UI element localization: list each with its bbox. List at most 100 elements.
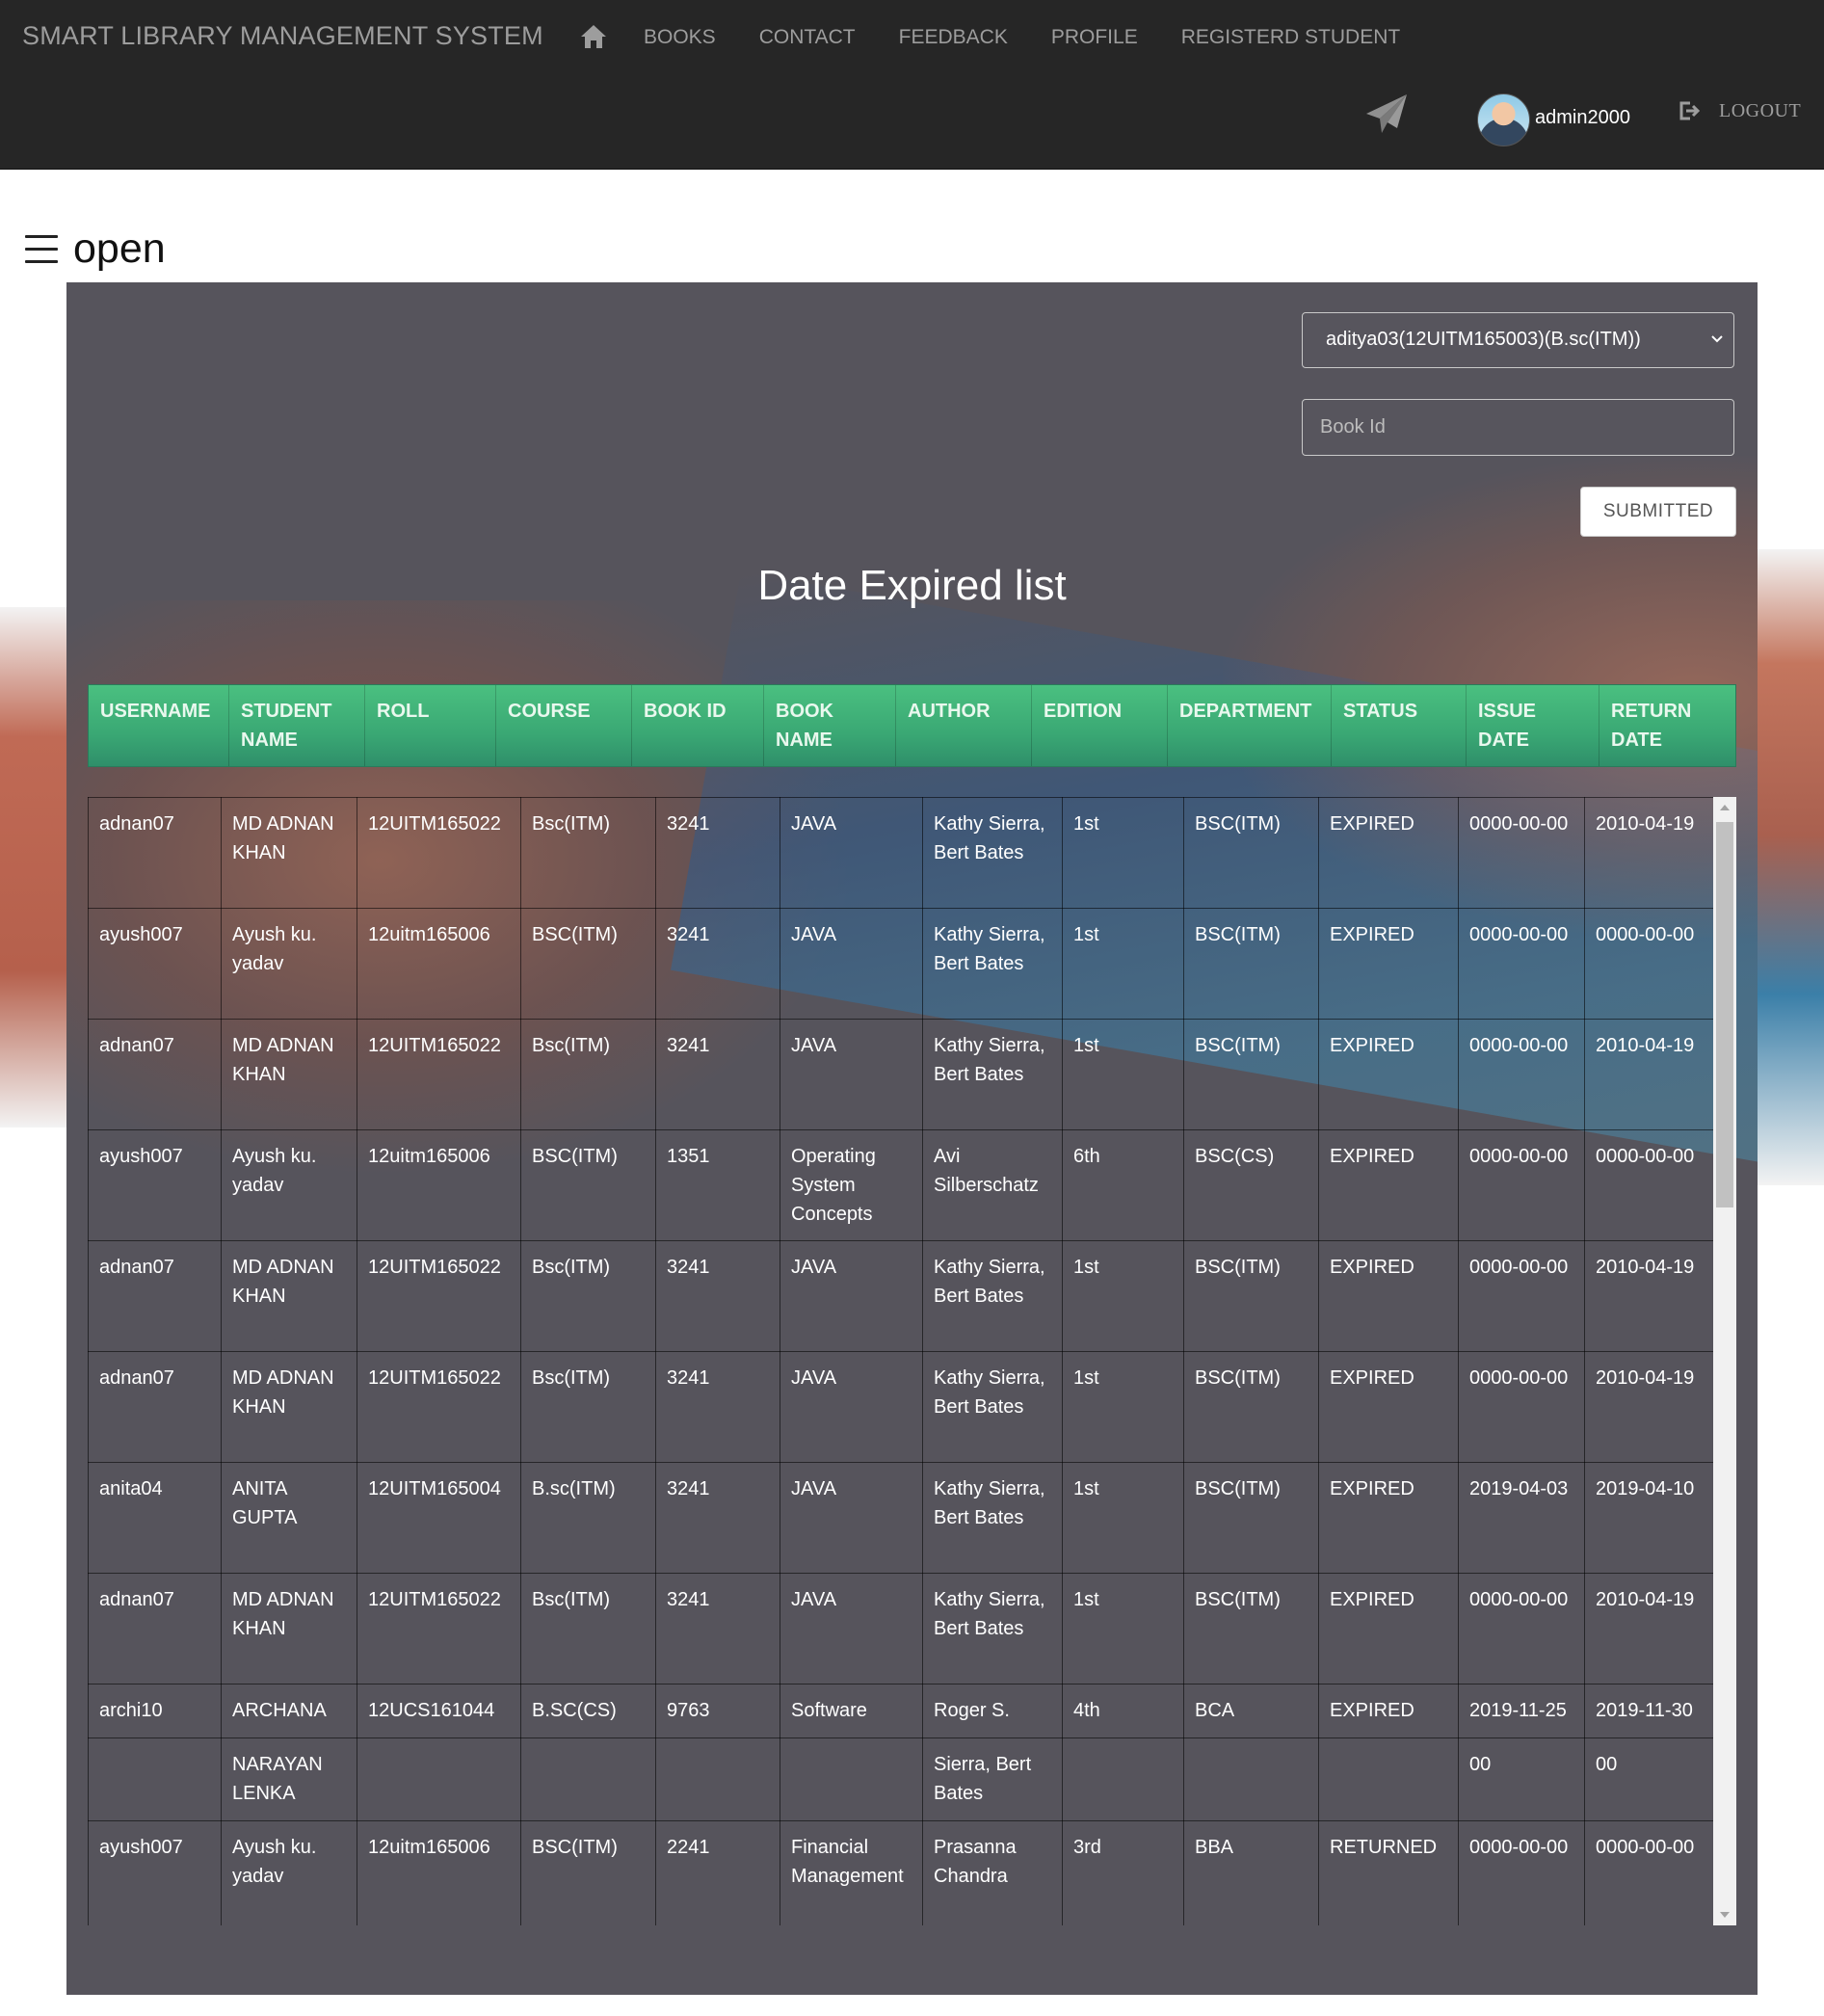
table-row[interactable]: adnan07 MD ADNAN KHAN 12UITM165022 Bsc(ITM)… [88, 1240, 1715, 1352]
table-scrollbar[interactable] [1713, 797, 1736, 1925]
nav-feedback-link[interactable]: FEEDBACK [899, 26, 1008, 49]
avatar[interactable] [1477, 93, 1530, 146]
cell-course: B.SC(CS) [520, 1684, 656, 1738]
cell-edition: 1st [1062, 1019, 1184, 1130]
table-row[interactable]: adnan07 MD ADNAN KHAN 12UITM165022 Bsc(ITM)… [88, 1351, 1715, 1463]
cell-edition [1062, 1737, 1184, 1821]
cell-author: Prasanna Chandra [922, 1820, 1063, 1925]
nav-profile-link[interactable]: PROFILE [1051, 26, 1138, 49]
cell-return-date: 2010-04-19 [1584, 1240, 1715, 1352]
nav-registered-student-link[interactable]: REGISTERD STUDENT [1181, 26, 1401, 49]
cell-roll [357, 1737, 521, 1821]
cell-author: Kathy Sierra, Bert Bates [922, 1351, 1063, 1463]
cell-username: adnan07 [88, 797, 222, 909]
cell-department: BSC(ITM) [1183, 797, 1319, 909]
cell-roll: 12UITM165022 [357, 1351, 521, 1463]
nav-links: BOOKS CONTACT FEEDBACK PROFILE REGISTERD… [644, 26, 1443, 49]
background-photo-hand-right [1758, 549, 1824, 1185]
paper-plane-icon[interactable] [1364, 93, 1409, 137]
header-course[interactable]: COURSE [496, 685, 632, 766]
cell-status: EXPIRED [1318, 1462, 1459, 1574]
table-row[interactable]: adnan07 MD ADNAN KHAN 12UITM165022 Bsc(ITM)… [88, 797, 1715, 909]
book-id-input[interactable] [1302, 399, 1734, 456]
cell-author: Kathy Sierra, Bert Bates [922, 908, 1063, 1020]
logout-link[interactable]: LOGOUT [1719, 100, 1801, 122]
cell-author: Kathy Sierra, Bert Bates [922, 1462, 1063, 1574]
cell-username: adnan07 [88, 1351, 222, 1463]
cell-roll: 12UITM165022 [357, 1573, 521, 1684]
scrollbar-thumb[interactable] [1716, 822, 1733, 1207]
list-title: Date Expired list [757, 562, 1067, 609]
header-issue-date[interactable]: ISSUE DATE [1467, 685, 1599, 766]
scroll-up-arrow-icon[interactable] [1719, 803, 1731, 812]
cell-issue-date: 0000-00-00 [1458, 1240, 1585, 1352]
table-row[interactable]: adnan07 MD ADNAN KHAN 12UITM165022 Bsc(ITM)… [88, 1573, 1715, 1684]
hamburger-menu-icon[interactable] [25, 235, 58, 266]
nav-contact-link[interactable]: CONTACT [759, 26, 856, 49]
cell-student-name: ARCHANA [221, 1684, 357, 1738]
cell-username [88, 1737, 222, 1821]
brand-title[interactable]: SMART LIBRARY MANAGEMENT SYSTEM [22, 21, 543, 51]
cell-roll: 12UITM165022 [357, 1240, 521, 1352]
nav-books-link[interactable]: BOOKS [644, 26, 716, 49]
cell-author: Kathy Sierra, Bert Bates [922, 1019, 1063, 1130]
cell-edition: 1st [1062, 1462, 1184, 1574]
cell-book-name: JAVA [780, 1240, 923, 1352]
cell-status: EXPIRED [1318, 1240, 1459, 1352]
home-icon[interactable] [578, 19, 609, 54]
cell-student-name: Ayush ku. yadav [221, 1129, 357, 1241]
cell-username: anita04 [88, 1462, 222, 1574]
header-roll[interactable]: ROLL [365, 685, 496, 766]
table-row[interactable]: ayush007 Ayush ku. yadav 12uitm165006 BSC(I… [88, 1820, 1715, 1925]
submit-button[interactable]: SUBMITTED [1580, 487, 1736, 537]
cell-roll: 12UITM165022 [357, 797, 521, 909]
table-row[interactable]: NARAYAN LENKA Sierra, Bert Bates 00 00 [88, 1737, 1715, 1821]
cell-book-id: 2241 [655, 1820, 780, 1925]
cell-issue-date: 0000-00-00 [1458, 1019, 1585, 1130]
cell-student-name: MD ADNAN KHAN [221, 1240, 357, 1352]
cell-book-name: JAVA [780, 1573, 923, 1684]
top-navbar: SMART LIBRARY MANAGEMENT SYSTEM BOOKS CO… [0, 0, 1824, 170]
header-student-name[interactable]: STUDENT NAME [229, 685, 365, 766]
open-sidebar-toggle[interactable]: open [73, 225, 166, 273]
student-select[interactable]: aditya03(12UITM165003)(B.sc(ITM)) [1302, 312, 1734, 368]
cell-return-date: 0000-00-00 [1584, 1820, 1715, 1925]
header-edition[interactable]: EDITION [1032, 685, 1168, 766]
header-username[interactable]: USERNAME [89, 685, 229, 766]
cell-student-name: MD ADNAN KHAN [221, 1019, 357, 1130]
header-return-date[interactable]: RETURN DATE [1599, 685, 1735, 766]
chevron-down-icon [1711, 335, 1723, 343]
cell-book-name: Financial Management [780, 1820, 923, 1925]
table-row[interactable]: archi10 ARCHANA 12UCS161044 B.SC(CS) 9763 Sof… [88, 1684, 1715, 1738]
scroll-down-arrow-icon[interactable] [1719, 1910, 1731, 1920]
cell-issue-date: 0000-00-00 [1458, 797, 1585, 909]
cell-student-name: MD ADNAN KHAN [221, 1351, 357, 1463]
user-name[interactable]: admin2000 [1535, 107, 1630, 129]
table-row[interactable]: adnan07 MD ADNAN KHAN 12UITM165022 Bsc(ITM)… [88, 1019, 1715, 1130]
header-book-name[interactable]: BOOK NAME [764, 685, 896, 766]
table-row[interactable]: ayush007 Ayush ku. yadav 12uitm165006 BSC(I… [88, 908, 1715, 1020]
cell-edition: 1st [1062, 1573, 1184, 1684]
header-status[interactable]: STATUS [1332, 685, 1467, 766]
header-department[interactable]: DEPARTMENT [1168, 685, 1332, 766]
cell-book-id: 3241 [655, 797, 780, 909]
cell-author: Roger S. [922, 1684, 1063, 1738]
header-book-id[interactable]: BOOK ID [632, 685, 764, 766]
cell-username: adnan07 [88, 1240, 222, 1352]
table-body-scroll[interactable]: adnan07 MD ADNAN KHAN 12UITM165022 Bsc(ITM)… [88, 797, 1736, 1925]
logout-icon[interactable] [1678, 99, 1701, 122]
header-author[interactable]: AUTHOR [896, 685, 1032, 766]
cell-username: adnan07 [88, 1573, 222, 1684]
cell-book-id: 3241 [655, 1351, 780, 1463]
cell-course: BSC(ITM) [520, 1820, 656, 1925]
table-row[interactable]: ayush007 Ayush ku. yadav 12uitm165006 BSC(I… [88, 1129, 1715, 1241]
cell-username: adnan07 [88, 1019, 222, 1130]
cell-roll: 12UCS161044 [357, 1684, 521, 1738]
student-select-value: aditya03(12UITM165003)(B.sc(ITM)) [1326, 329, 1641, 350]
cell-book-name [780, 1737, 923, 1821]
cell-return-date: 2019-04-10 [1584, 1462, 1715, 1574]
cell-department: BSC(CS) [1183, 1129, 1319, 1241]
cell-edition: 4th [1062, 1684, 1184, 1738]
table-row[interactable]: anita04 ANITA GUPTA 12UITM165004 B.sc(ITM) 3… [88, 1462, 1715, 1574]
cell-return-date: 0000-00-00 [1584, 1129, 1715, 1241]
